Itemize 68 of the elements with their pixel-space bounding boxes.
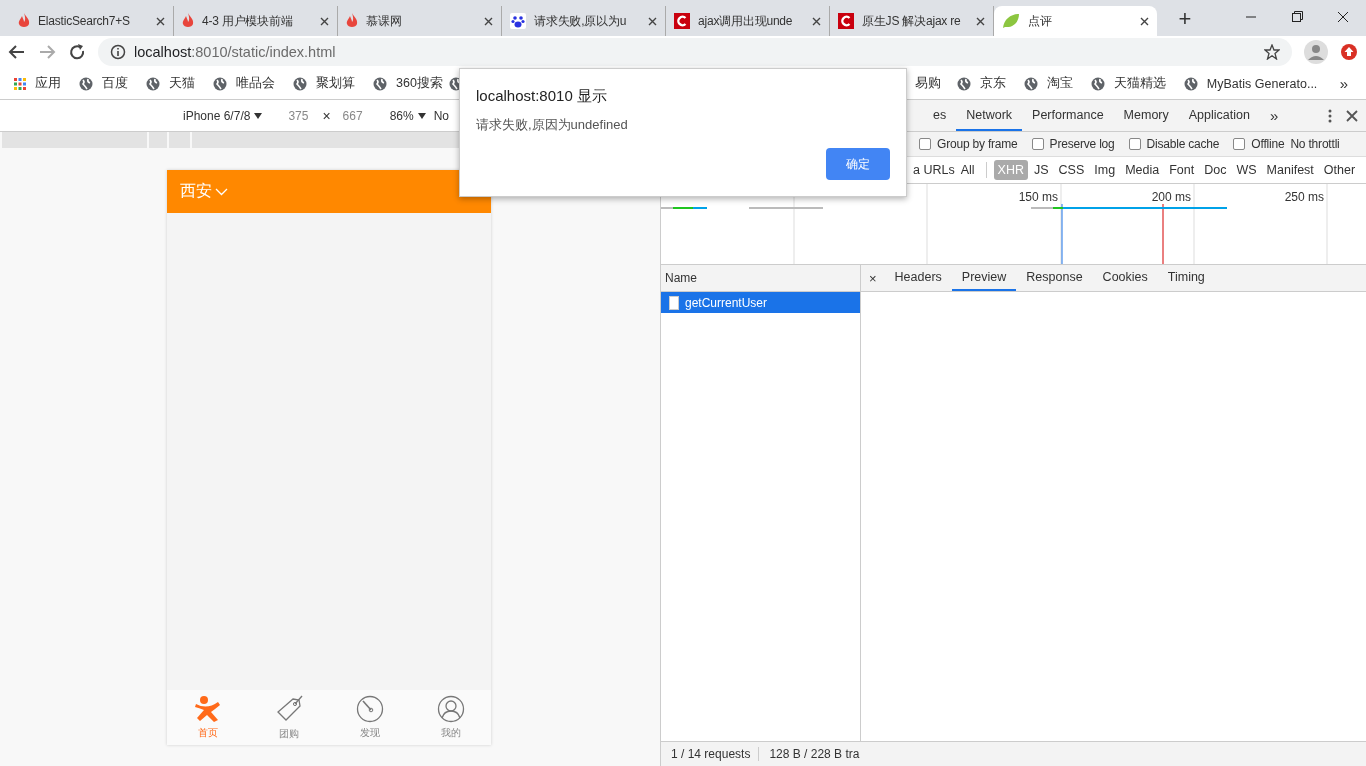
filter-chip[interactable]: CSS bbox=[1054, 160, 1089, 180]
tab-bar-item[interactable]: 团购 bbox=[248, 690, 329, 745]
option-checkbox[interactable]: Preserve log bbox=[1031, 137, 1115, 151]
height-field[interactable]: 667 bbox=[342, 108, 363, 123]
new-tab-button[interactable]: + bbox=[1171, 6, 1199, 32]
browser-tab[interactable]: 原生JS 解决ajax re bbox=[830, 6, 994, 36]
detail-tab[interactable]: Preview bbox=[951, 265, 1017, 291]
filter-chip[interactable]: JS bbox=[1030, 160, 1053, 180]
bookmark[interactable]: 易购 bbox=[914, 75, 941, 92]
bookmark[interactable]: 百度 bbox=[79, 75, 128, 92]
ok-button[interactable]: 确定 bbox=[826, 148, 890, 180]
zoom-select[interactable]: 86% bbox=[389, 108, 426, 123]
filter-chip[interactable]: Manifest bbox=[1262, 160, 1318, 180]
detail-tab[interactable]: Timing bbox=[1157, 265, 1215, 291]
device-select[interactable]: iPhone 6/7/8 bbox=[183, 108, 263, 123]
more-bookmarks-button[interactable]: » bbox=[1339, 75, 1348, 92]
bookmark[interactable]: 京东 bbox=[956, 75, 1006, 92]
bookmark[interactable]: 天猫 bbox=[146, 75, 195, 92]
browser-tab[interactable]: ElasticSearch7+S bbox=[10, 6, 174, 36]
browser-tab[interactable]: 4-3 用户模块前端 bbox=[174, 6, 338, 36]
filter-chip[interactable]: Font bbox=[1165, 160, 1199, 180]
throttle-select[interactable]: No bbox=[433, 108, 449, 123]
dialog-message: 请求失败,原因为undefined bbox=[476, 116, 629, 134]
devtools-tab[interactable]: Application bbox=[1178, 100, 1260, 131]
filter-label: a URLs bbox=[913, 163, 955, 177]
browser-tab[interactable]: 慕课网 bbox=[338, 6, 502, 36]
url-text: localhost:8010/static/index.html bbox=[134, 44, 336, 60]
filter-chip[interactable]: Other bbox=[1319, 160, 1360, 180]
filter-chip[interactable]: WS bbox=[1232, 160, 1261, 180]
close-icon[interactable]: × bbox=[861, 265, 885, 291]
times-sign: × bbox=[322, 107, 331, 124]
filter-chip[interactable]: Media bbox=[1121, 160, 1164, 180]
status-text: 128 B / 228 B tra bbox=[758, 747, 868, 761]
bookmark[interactable]: 聚划算 bbox=[293, 75, 355, 92]
bookmark[interactable]: 天猫精选 bbox=[1090, 75, 1166, 92]
devtools-tab[interactable]: es bbox=[933, 100, 957, 131]
column-header[interactable]: Name bbox=[661, 265, 860, 292]
detail-tab[interactable]: Cookies bbox=[1092, 265, 1158, 291]
browser-tab[interactable]: ajax调用出现unde bbox=[666, 6, 830, 36]
address-bar[interactable]: localhost:8010/static/index.html bbox=[98, 38, 1292, 66]
detail-tab[interactable]: Response bbox=[1016, 265, 1093, 291]
browser-tab[interactable]: 点评 bbox=[994, 6, 1157, 36]
bookmark[interactable]: 360搜索 bbox=[373, 75, 443, 92]
option-checkbox[interactable]: Group by frame bbox=[919, 137, 1018, 151]
dialog-title: localhost:8010 显示 bbox=[476, 87, 608, 106]
tab-bar-item[interactable]: 我的 bbox=[410, 690, 491, 745]
bookmark[interactable]: 淘宝 bbox=[1023, 75, 1073, 92]
bookmark[interactable]: MyBatis Generato... bbox=[1183, 76, 1318, 91]
time-label: 200 ms bbox=[1151, 190, 1191, 204]
bookmark[interactable]: 唯品会 bbox=[213, 75, 275, 92]
time-label: 250 ms bbox=[1284, 190, 1324, 204]
detail-tab[interactable]: Headers bbox=[884, 265, 952, 291]
devtools-tab[interactable]: Memory bbox=[1113, 100, 1179, 131]
throttle-select[interactable]: No throttli bbox=[1290, 137, 1340, 151]
time-label: 150 ms bbox=[1018, 190, 1058, 204]
filter-chip[interactable]: Img bbox=[1090, 160, 1120, 180]
option-checkbox[interactable]: Disable cache bbox=[1128, 137, 1220, 151]
request-row[interactable]: getCurrentUser bbox=[661, 292, 860, 313]
option-checkbox[interactable]: Offline bbox=[1233, 137, 1285, 151]
browser-tab[interactable]: 请求失败,原以为u bbox=[502, 6, 666, 36]
width-field[interactable]: 375 bbox=[288, 108, 309, 123]
status-text: 1 / 14 requests bbox=[670, 747, 752, 761]
apps-bookmark[interactable]: 应用 bbox=[14, 75, 61, 92]
filter-chip[interactable]: All bbox=[956, 160, 979, 180]
devtools-tab[interactable]: Performance bbox=[1022, 100, 1114, 131]
tab-bar-item[interactable]: 发现 bbox=[329, 690, 410, 745]
filter-chip[interactable]: Doc bbox=[1200, 160, 1231, 180]
more-tabs-button[interactable]: » bbox=[1259, 100, 1289, 131]
